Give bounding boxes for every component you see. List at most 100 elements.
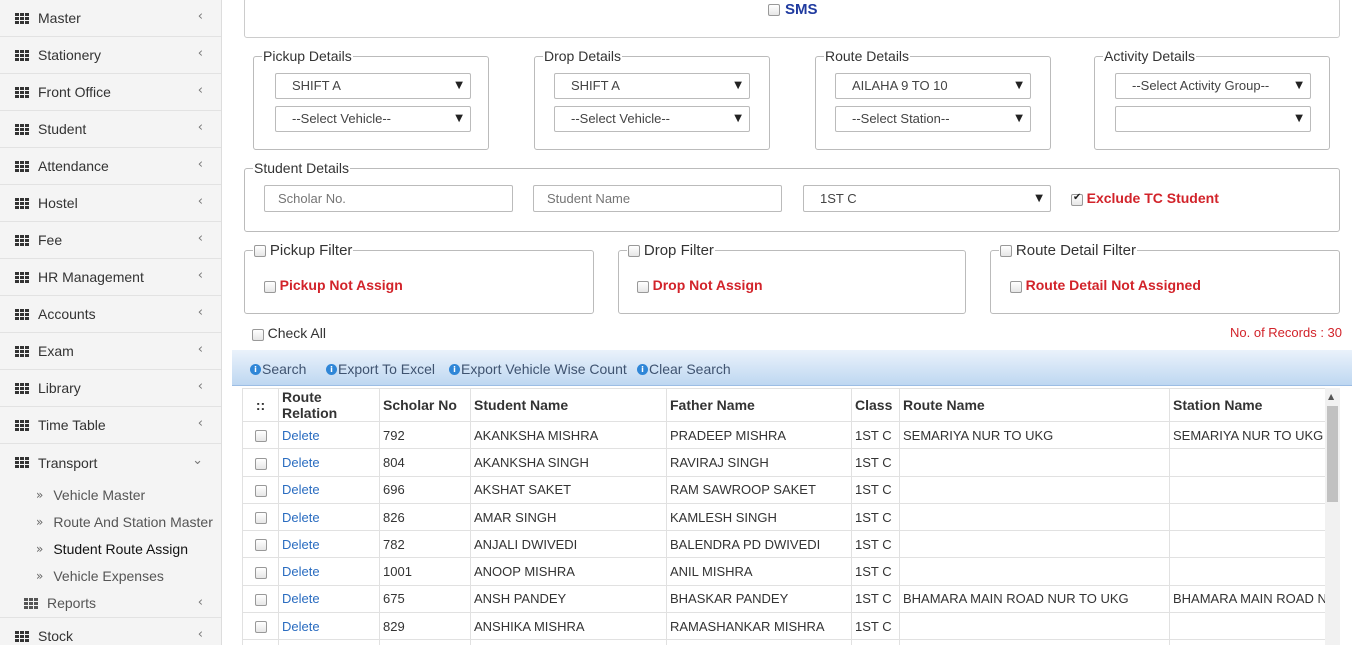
route-select[interactable]: AILAHA 9 TO 10 ▼ <box>835 73 1031 99</box>
route-filter-checkbox[interactable] <box>1000 245 1012 258</box>
station-select[interactable]: --Select Station-- ▼ <box>835 106 1031 132</box>
scholar-no-input[interactable] <box>264 185 513 212</box>
sidebar-item-reports[interactable]: Reports ‹ <box>0 589 221 618</box>
student-name-input[interactable] <box>533 185 782 212</box>
pickup-not-assign-checkbox[interactable] <box>264 280 276 293</box>
col-header-father-name[interactable]: Father Name <box>666 388 852 422</box>
route-not-assigned-label: Route Detail Not Assigned <box>1025 277 1201 293</box>
pickup-filter-checkbox[interactable] <box>254 245 266 258</box>
route-not-assigned-checkbox[interactable] <box>1010 280 1022 293</box>
sidebar-item-master[interactable]: Master ‹ <box>0 0 221 37</box>
sidebar-item-front-office[interactable]: Front Office ‹ <box>0 74 221 111</box>
col-header-route-name[interactable]: Route Name <box>899 388 1170 422</box>
table-row[interactable]: Delete 826 AMAR SINGH KAMLESH SINGH 1ST C <box>242 502 1338 532</box>
student-name-cell: ANSHIKA SINGH <box>470 639 667 645</box>
sidebar-subitem-vehicle-expenses[interactable]: » Vehicle Expenses <box>0 562 221 589</box>
row-select-checkbox[interactable] <box>254 457 267 470</box>
exclude-tc-checkbox[interactable] <box>1071 192 1083 206</box>
table-row[interactable]: Delete 804 AKANKSHA SINGH RAVIRAJ SINGH 1ST … <box>242 448 1338 477</box>
sidebar-item-transport[interactable]: Transport ⌄ <box>0 444 221 481</box>
row-select-checkbox[interactable] <box>254 539 267 552</box>
delete-link[interactable]: Delete <box>278 584 380 614</box>
class-select[interactable]: 1ST C ▼ <box>803 185 1051 212</box>
grid-icon <box>15 86 29 98</box>
sidebar-item-label: Library <box>38 380 81 396</box>
class-cell: 1ST C <box>851 639 900 645</box>
row-select-checkbox[interactable] <box>254 512 267 525</box>
sidebar-item-stationery[interactable]: Stationery ‹ <box>0 37 221 74</box>
table-row[interactable]: Delete 696 AKSHAT SAKET RAM SAWROOP SAKET 1S… <box>242 475 1338 504</box>
delete-link[interactable]: Delete <box>278 502 380 532</box>
row-select-checkbox[interactable] <box>254 593 267 606</box>
drop-not-assign-checkbox[interactable] <box>637 280 649 293</box>
delete-link[interactable]: Delete <box>278 420 380 450</box>
delete-link[interactable]: Delete <box>278 639 380 645</box>
row-select-checkbox[interactable] <box>254 566 267 579</box>
sidebar-item-time-table[interactable]: Time Table ‹ <box>0 407 221 444</box>
export-vehicle-count-button[interactable]: i Export Vehicle Wise Count <box>449 361 627 377</box>
drop-vehicle-select[interactable]: --Select Vehicle-- ▼ <box>554 106 750 132</box>
col-header-class[interactable]: Class <box>851 388 900 422</box>
row-select-checkbox[interactable] <box>254 621 267 634</box>
table-row[interactable]: Delete 1001 ANOOP MISHRA ANIL MISHRA 1ST C <box>242 557 1338 586</box>
sidebar-item-exam[interactable]: Exam ‹ <box>0 333 221 370</box>
sidebar-item-library[interactable]: Library ‹ <box>0 370 221 407</box>
delete-link[interactable]: Delete <box>278 448 380 477</box>
drop-filter-legend: Drop Filter <box>627 242 715 259</box>
activity-group-select[interactable]: --Select Activity Group-- ▼ <box>1115 73 1311 99</box>
delete-link[interactable]: Delete <box>278 530 380 559</box>
drop-filter-title: Drop Filter <box>643 242 714 259</box>
drop-filter-checkbox[interactable] <box>628 245 640 258</box>
sidebar-subitem-student-route-assign[interactable]: » Student Route Assign <box>0 535 221 562</box>
sidebar-item-hr-management[interactable]: HR Management ‹ <box>0 259 221 296</box>
table-row[interactable]: Delete831ANSHIKA SINGHRAGHURAJ SINGH1ST … <box>242 639 1338 645</box>
sidebar-item-attendance[interactable]: Attendance ‹ <box>0 148 221 185</box>
sidebar-item-label: Transport <box>38 454 98 471</box>
col-header-station-name[interactable]: Station Name <box>1168 388 1338 422</box>
scroll-thumb[interactable] <box>1327 406 1338 502</box>
activity-select[interactable]: ▼ <box>1115 106 1311 132</box>
table-row[interactable]: Delete 675 ANSH PANDEY BHASKAR PANDEY 1ST CB… <box>242 584 1338 614</box>
student-name-cell: AKSHAT SAKET <box>470 475 667 504</box>
table-scrollbar[interactable]: ▲ <box>1325 388 1340 645</box>
drop-shift-select[interactable]: SHIFT A ▼ <box>554 73 750 99</box>
sms-checkbox[interactable] <box>768 3 780 16</box>
delete-link[interactable]: Delete <box>278 612 380 641</box>
route-filter-title: Route Detail Filter <box>1015 242 1136 259</box>
table-row[interactable]: Delete 782 ANJALI DWIVEDI BALENDRA PD DWIVE… <box>242 530 1338 559</box>
delete-link[interactable]: Delete <box>278 557 380 586</box>
sidebar-item-fee[interactable]: Fee ‹ <box>0 222 221 259</box>
grid-icon <box>15 419 29 431</box>
scholar-no-cell: 831 <box>379 639 471 645</box>
sidebar-item-accounts[interactable]: Accounts ‹ <box>0 296 221 333</box>
pickup-vehicle-select[interactable]: --Select Vehicle-- ▼ <box>275 106 471 132</box>
scholar-no-cell: 826 <box>379 502 471 532</box>
scroll-up-arrow-icon[interactable]: ▲ <box>1328 392 1334 401</box>
col-header-scholar-no[interactable]: Scholar No <box>379 388 471 422</box>
sidebar-item-label: Student <box>38 121 87 137</box>
station-name-cell <box>1168 639 1338 645</box>
pickup-not-assign-label: Pickup Not Assign <box>279 277 403 293</box>
table-row[interactable]: Delete 829 ANSHIKA MISHRA RAMASHANKAR MISHR… <box>242 612 1338 641</box>
pickup-shift-select[interactable]: SHIFT A ▼ <box>275 73 471 99</box>
grid-icon <box>15 160 29 172</box>
delete-link[interactable]: Delete <box>278 475 380 504</box>
father-name-cell: RAM SAWROOP SAKET <box>666 475 852 504</box>
row-select-checkbox[interactable] <box>254 484 267 497</box>
dropdown-arrow-icon: ▼ <box>734 80 742 91</box>
sidebar-subitem-route-station-master[interactable]: » Route And Station Master <box>0 508 221 535</box>
clear-search-button[interactable]: i Clear Search <box>637 361 731 377</box>
export-excel-button[interactable]: i Export To Excel <box>326 361 435 377</box>
sidebar-item-hostel[interactable]: Hostel ‹ <box>0 185 221 222</box>
search-button[interactable]: i Search <box>250 361 306 377</box>
double-chevron-right-icon: » <box>36 568 44 583</box>
check-all-checkbox[interactable] <box>252 328 264 341</box>
sidebar-item-student[interactable]: Student ‹ <box>0 111 221 148</box>
sidebar-subitem-vehicle-master[interactable]: » Vehicle Master <box>0 481 221 508</box>
col-header-route-relation[interactable]: Route Relation <box>278 388 380 422</box>
row-select-checkbox[interactable] <box>254 430 267 443</box>
table-row[interactable]: Delete 792 AKANKSHA MISHRA PRADEEP MISHRA 1S… <box>242 420 1338 450</box>
sidebar-item-stock[interactable]: Stock ‹ <box>0 618 221 645</box>
col-header-student-name[interactable]: Student Name <box>470 388 667 422</box>
class-cell: 1ST C <box>851 612 900 641</box>
